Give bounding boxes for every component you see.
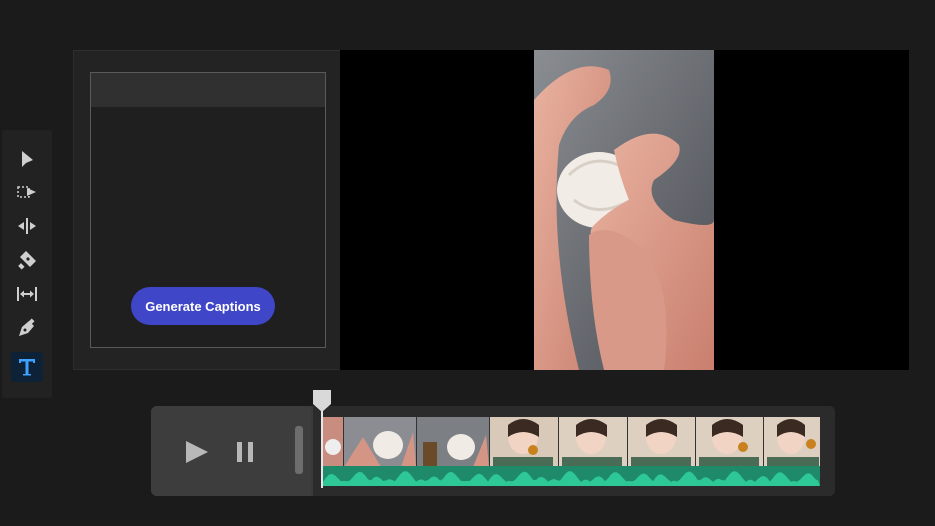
track-select-forward-icon xyxy=(17,186,36,198)
panel-resize-handle[interactable] xyxy=(295,426,303,474)
pen-icon xyxy=(19,318,35,336)
dumpling-video-image xyxy=(534,50,714,370)
video-clip-filmstrip[interactable] xyxy=(323,417,820,467)
slip-tool[interactable] xyxy=(11,279,43,309)
playhead-handle[interactable] xyxy=(313,390,331,412)
ripple-edit-tool[interactable] xyxy=(11,211,43,241)
captions-panel: Generate Captions xyxy=(90,72,326,348)
selection-tool[interactable] xyxy=(11,144,43,174)
razor-tool[interactable] xyxy=(11,245,43,275)
tools-panel xyxy=(2,130,52,398)
transport-controls xyxy=(151,406,311,496)
slip-icon xyxy=(17,287,37,301)
play-icon[interactable] xyxy=(183,438,211,466)
audio-waveform xyxy=(323,471,820,486)
type-tool[interactable] xyxy=(11,352,43,382)
playhead-line xyxy=(321,410,323,488)
video-preview-frame xyxy=(534,50,714,370)
filmstrip-thumbnails xyxy=(323,417,820,467)
razor-icon xyxy=(18,251,36,270)
selection-arrow-icon xyxy=(22,151,33,167)
generate-captions-button[interactable]: Generate Captions xyxy=(131,287,275,325)
track-select-tool[interactable] xyxy=(11,177,43,207)
audio-waveform-track[interactable] xyxy=(323,466,820,486)
type-tool-icon xyxy=(19,359,35,376)
pen-tool[interactable] xyxy=(11,313,43,343)
video-canvas xyxy=(340,50,909,370)
ripple-edit-icon xyxy=(18,218,36,234)
pause-icon[interactable] xyxy=(234,438,258,466)
captions-panel-header xyxy=(91,73,325,107)
